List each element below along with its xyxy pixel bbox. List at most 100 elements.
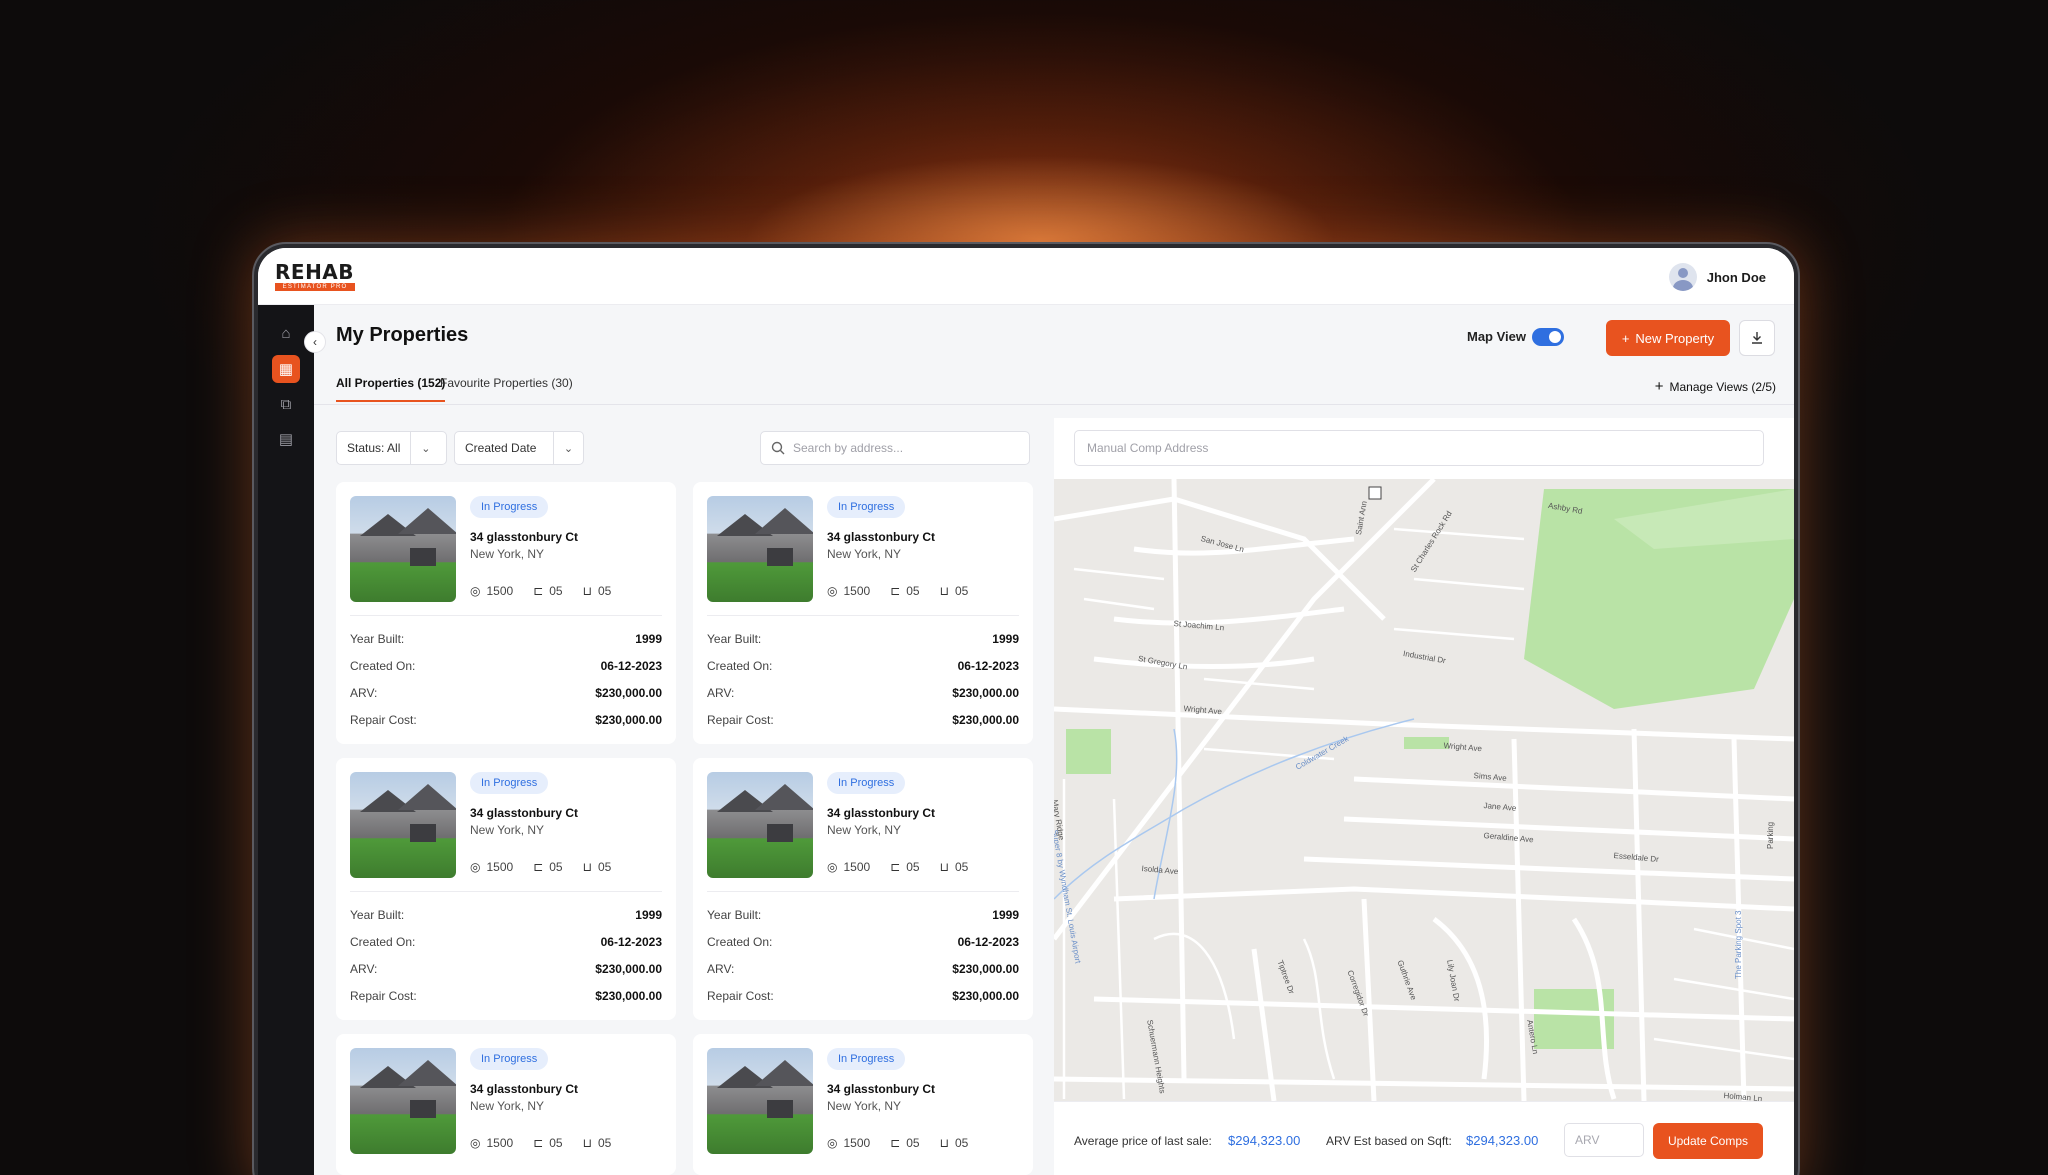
sqft-value: 1500 <box>843 860 871 874</box>
chevron-down-icon[interactable]: ⌄ <box>553 432 583 464</box>
detail-value: 1999 <box>635 908 662 922</box>
detail-value: 06-12-2023 <box>600 935 662 949</box>
status-badge: In Progress <box>827 772 906 794</box>
house-roof <box>398 508 456 534</box>
manage-views-button[interactable]: + Manage Views (2/5) <box>1655 378 1776 395</box>
property-photo[interactable] <box>707 772 813 878</box>
sqft-stat: ◎ 1500 <box>470 584 513 598</box>
manage-views-label: Manage Views (2/5) <box>1669 379 1777 394</box>
street-label: The Parking Spot 3 <box>1734 910 1743 979</box>
arv-est-label: ARV Est based on Sqft: <box>1326 1134 1452 1148</box>
map[interactable]: Ashby Rd San Jose Ln Saint Ann St Charles R… <box>1054 479 1794 1101</box>
bed-icon: ⊏ <box>533 1136 544 1150</box>
card-detail-row: ARV: $230,000.00 <box>350 962 662 976</box>
new-property-button[interactable]: + New Property <box>1606 320 1730 356</box>
top-bar: REHAB ESTIMATOR PRO Jhon Doe <box>258 248 1794 305</box>
card-detail-row: ARV: $230,000.00 <box>350 686 662 700</box>
property-stats: ◎ 1500 ⊏ 05 ⊔ 05 <box>470 1136 611 1150</box>
home-icon: ⌂ <box>281 324 291 342</box>
property-photo[interactable] <box>350 1048 456 1154</box>
bed-icon: ⊏ <box>533 584 544 598</box>
building-icon: ▦ <box>278 361 294 378</box>
baths-value: 05 <box>597 1136 612 1150</box>
sidebar-item-documents[interactable]: ▤ <box>272 425 300 453</box>
property-card[interactable]: In Progress 34 glasstonbury Ct New York,… <box>693 482 1033 744</box>
sidebar-collapse-button[interactable]: ‹ <box>304 331 326 353</box>
card-detail-row: Repair Cost: $230,000.00 <box>707 989 1019 1003</box>
house-roof <box>755 1060 813 1086</box>
detail-value: $230,000.00 <box>595 686 662 700</box>
card-divider <box>350 891 662 892</box>
bath-icon: ⊔ <box>939 584 949 598</box>
property-card[interactable]: In Progress 34 glasstonbury Ct New York,… <box>336 482 676 744</box>
property-card[interactable]: In Progress 34 glasstonbury Ct New York,… <box>693 1034 1033 1175</box>
bath-icon: ⊔ <box>582 584 592 598</box>
app-screen: REHAB ESTIMATOR PRO Jhon Doe ⌂ ▦ ⧉ ▤ ‹ M… <box>258 248 1794 1175</box>
sidebar-item-home[interactable]: ⌂ <box>272 319 300 347</box>
avg-price-label: Average price of last sale: <box>1074 1134 1212 1148</box>
map-view-label: Map View <box>1467 329 1527 344</box>
logo-text: REHAB <box>275 260 355 284</box>
card-detail-row: Created On: 06-12-2023 <box>707 935 1019 949</box>
card-divider <box>707 615 1019 616</box>
property-photo[interactable] <box>707 496 813 602</box>
property-card[interactable]: In Progress 34 glasstonbury Ct New York,… <box>336 1034 676 1175</box>
sort-filter[interactable]: Created Date ⌄ <box>454 431 584 465</box>
tab-favourite-properties[interactable]: Favourite Properties (30) <box>440 376 573 400</box>
house-garage <box>410 824 436 842</box>
area-icon: ◎ <box>470 1136 481 1150</box>
detail-label: Year Built: <box>350 632 405 646</box>
detail-label: ARV: <box>707 686 735 700</box>
new-property-label: New Property <box>1635 330 1715 346</box>
tab-all-properties[interactable]: All Properties (152) <box>336 376 446 402</box>
chevron-down-icon[interactable]: ⌄ <box>410 432 440 464</box>
plus-icon: + <box>1654 378 1664 395</box>
property-city: New York, NY <box>470 1099 545 1113</box>
status-filter-label: Status: All <box>347 441 401 455</box>
logo[interactable]: REHAB ESTIMATOR PRO <box>275 262 359 294</box>
beds-value: 05 <box>549 860 563 874</box>
sqft-value: 1500 <box>843 584 871 598</box>
sidebar-item-properties[interactable]: ▦ <box>272 355 300 383</box>
comps-bar: Average price of last sale: $294,323.00 … <box>1054 1101 1794 1175</box>
arv-input[interactable] <box>1564 1123 1644 1157</box>
search-box[interactable] <box>760 431 1030 465</box>
bed-icon: ⊏ <box>890 860 901 874</box>
detail-value: $230,000.00 <box>595 713 662 727</box>
detail-value: $230,000.00 <box>952 962 1019 976</box>
property-city: New York, NY <box>827 823 902 837</box>
property-stats: ◎ 1500 ⊏ 05 ⊔ 05 <box>827 860 968 874</box>
detail-label: Created On: <box>350 935 416 949</box>
property-photo[interactable] <box>350 772 456 878</box>
property-stats: ◎ 1500 ⊏ 05 ⊔ 05 <box>470 860 611 874</box>
search-input[interactable] <box>793 441 1013 455</box>
property-card[interactable]: In Progress 34 glasstonbury Ct New York,… <box>336 758 676 1020</box>
status-badge: In Progress <box>470 772 549 794</box>
property-photo[interactable] <box>350 496 456 602</box>
card-detail-row: Repair Cost: $230,000.00 <box>350 989 662 1003</box>
card-detail-row: Year Built: 1999 <box>350 632 662 646</box>
update-comps-button[interactable]: Update Comps <box>1653 1123 1763 1159</box>
user-name: Jhon Doe <box>1706 269 1766 285</box>
property-city: New York, NY <box>470 547 545 561</box>
property-card[interactable]: In Progress 34 glasstonbury Ct New York,… <box>693 758 1033 1020</box>
map-canvas[interactable] <box>1054 479 1794 1101</box>
house-garage <box>767 824 793 842</box>
sidebar-item-copies[interactable]: ⧉ <box>272 390 300 418</box>
download-button[interactable] <box>1739 320 1775 356</box>
detail-value: $230,000.00 <box>595 989 662 1003</box>
detail-label: ARV: <box>350 962 378 976</box>
property-photo[interactable] <box>707 1048 813 1154</box>
house-garage <box>767 1100 793 1118</box>
status-filter[interactable]: Status: All ⌄ <box>336 431 447 465</box>
detail-label: ARV: <box>707 962 735 976</box>
map-view-toggle[interactable] <box>1532 328 1564 346</box>
sqft-stat: ◎ 1500 <box>470 1136 513 1150</box>
sqft-value: 1500 <box>486 584 514 598</box>
map-marker-icon[interactable] <box>1368 486 1382 500</box>
house-roof <box>755 508 813 534</box>
sqft-value: 1500 <box>486 1136 514 1150</box>
baths-value: 05 <box>954 860 969 874</box>
manual-comp-address-input[interactable] <box>1074 430 1764 466</box>
user-menu[interactable]: Jhon Doe <box>1668 263 1766 291</box>
